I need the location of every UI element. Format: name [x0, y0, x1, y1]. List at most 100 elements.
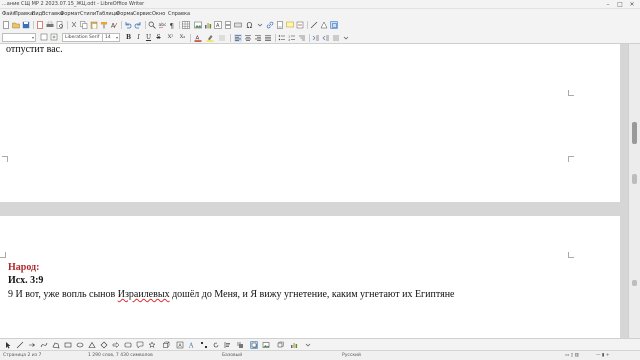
chevron-down-icon[interactable]: [342, 34, 350, 42]
special-character-icon[interactable]: Ω: [246, 21, 254, 29]
find-replace-icon[interactable]: [148, 21, 156, 29]
insert-table-icon[interactable]: [182, 21, 190, 29]
align-center-icon[interactable]: [244, 34, 252, 42]
paste-icon[interactable]: [90, 21, 98, 29]
print-preview-icon[interactable]: [56, 21, 64, 29]
triangle-icon[interactable]: [88, 341, 96, 349]
justify-icon[interactable]: [264, 34, 272, 42]
line-icon[interactable]: [310, 21, 318, 29]
save-icon[interactable]: [22, 21, 30, 29]
page-style[interactable]: Базовый: [222, 351, 242, 360]
insert-chart-icon[interactable]: [290, 341, 298, 349]
fontwork-icon[interactable]: A: [188, 341, 196, 350]
ellipse-icon[interactable]: [76, 341, 84, 349]
view-layout-icon[interactable]: ▭ ▯ ▥: [565, 351, 579, 360]
update-style-icon[interactable]: [40, 33, 48, 41]
align-left-icon[interactable]: [234, 34, 242, 42]
menu-format[interactable]: Формат: [60, 9, 80, 19]
speaker-heading[interactable]: Народ:: [8, 262, 39, 273]
extrusion-icon[interactable]: [276, 341, 284, 349]
menu-table[interactable]: Таблица: [96, 9, 118, 19]
decrease-indent-icon[interactable]: [322, 34, 330, 42]
numbered-list-icon[interactable]: 12: [288, 34, 296, 42]
spelling-icon[interactable]: abc: [158, 21, 166, 29]
menu-form[interactable]: Форма: [116, 9, 133, 19]
char-highlight-icon[interactable]: [218, 34, 226, 42]
paragraph-style-combo[interactable]: ▾: [2, 33, 36, 42]
menu-tools[interactable]: Сервис: [133, 9, 152, 19]
vertical-scrollbar[interactable]: [628, 44, 640, 338]
document-text-line[interactable]: отпустит вас.: [6, 44, 63, 55]
strikethrough-button[interactable]: S: [154, 33, 163, 42]
undo-icon[interactable]: [124, 21, 132, 29]
misspelled-word[interactable]: Израилевых: [118, 289, 170, 300]
export-pdf-icon[interactable]: [36, 21, 44, 29]
formatting-marks-icon[interactable]: ¶: [168, 21, 176, 29]
scrollbar-thumb[interactable]: [632, 122, 637, 144]
chevron-down-icon[interactable]: [304, 341, 312, 349]
bullet-list-icon[interactable]: [278, 34, 286, 42]
subscript-button[interactable]: X₂: [178, 33, 187, 42]
footnote-icon[interactable]: [276, 21, 284, 29]
document-workspace[interactable]: отпустит вас. Народ: Исх. 3:9 9 И вот, у…: [0, 44, 628, 338]
insert-field-icon[interactable]: [234, 21, 242, 29]
document-page[interactable]: отпустит вас.: [0, 44, 620, 202]
chevron-down-icon[interactable]: [256, 21, 264, 29]
menu-help[interactable]: Справка: [168, 9, 190, 19]
minimize-icon[interactable]: –: [602, 0, 614, 9]
menu-styles[interactable]: Стили: [80, 9, 96, 19]
3d-objects-icon[interactable]: [162, 341, 170, 349]
insert-textbox-icon[interactable]: A: [214, 21, 222, 29]
page-break-icon[interactable]: [224, 21, 232, 29]
insert-textbox-icon[interactable]: A: [176, 341, 184, 349]
toggle-points-icon[interactable]: [200, 341, 208, 349]
new-document-icon[interactable]: [2, 21, 10, 29]
outline-list-icon[interactable]: [298, 34, 306, 42]
underline-button[interactable]: U: [144, 33, 153, 42]
block-arrow-icon[interactable]: [112, 341, 120, 349]
track-changes-icon[interactable]: [296, 21, 304, 29]
rectangle-icon[interactable]: [64, 341, 72, 349]
highlight-color-icon[interactable]: [206, 34, 214, 42]
font-color-icon[interactable]: A: [194, 34, 202, 42]
image-icon[interactable]: [262, 341, 270, 349]
maximize-icon[interactable]: □: [614, 0, 626, 9]
menu-window[interactable]: Окно: [152, 9, 165, 19]
language[interactable]: Русский: [342, 351, 361, 360]
menu-view[interactable]: Вид: [32, 9, 42, 19]
arrange-icon[interactable]: [236, 341, 244, 349]
shadow-icon[interactable]: [250, 341, 258, 349]
bold-button[interactable]: B: [124, 33, 133, 42]
clone-formatting-icon[interactable]: [100, 21, 108, 29]
curve-icon[interactable]: [40, 341, 48, 349]
diamond-icon[interactable]: [100, 341, 108, 349]
rotate-icon[interactable]: [212, 341, 220, 349]
flowchart-icon[interactable]: [124, 341, 132, 349]
insert-chart-icon[interactable]: [204, 21, 212, 29]
star-icon[interactable]: [148, 341, 156, 349]
align-right-icon[interactable]: [254, 34, 262, 42]
arrow-line-icon[interactable]: [28, 341, 36, 349]
menu-edit[interactable]: Правка: [14, 9, 33, 19]
zoom-slider[interactable]: — ▮ +: [596, 351, 610, 360]
shapes-icon[interactable]: [320, 21, 328, 29]
font-size-combo[interactable]: 14 ▾: [102, 33, 120, 42]
line-icon[interactable]: [16, 341, 24, 349]
select-arrow-icon[interactable]: [4, 341, 12, 349]
open-icon[interactable]: [12, 21, 20, 29]
scripture-reference[interactable]: Исх. 3:9: [8, 275, 43, 286]
callout-icon[interactable]: [136, 341, 144, 349]
polygon-icon[interactable]: [52, 341, 60, 349]
clear-formatting-icon[interactable]: A: [110, 21, 118, 29]
verse-text[interactable]: 9 И вот, уже вопль сынов Израилевых дошё…: [8, 289, 455, 300]
increase-indent-icon[interactable]: [312, 34, 320, 42]
align-objects-icon[interactable]: [224, 341, 232, 349]
print-icon[interactable]: [46, 21, 54, 29]
comment-icon[interactable]: [286, 21, 294, 29]
new-style-icon[interactable]: [50, 33, 58, 41]
insert-image-icon[interactable]: [194, 21, 202, 29]
page-count[interactable]: Страница 2 из 7: [3, 351, 41, 360]
word-count[interactable]: 1 290 слов, 7 430 символов: [88, 351, 153, 360]
redo-icon[interactable]: [134, 21, 142, 29]
close-icon[interactable]: ✕: [626, 0, 638, 9]
